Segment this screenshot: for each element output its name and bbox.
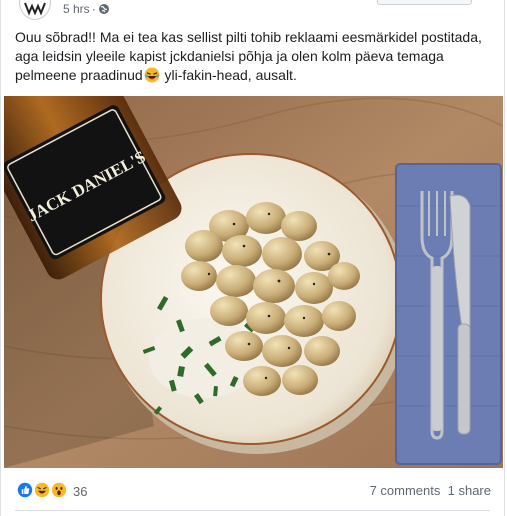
post-text: Ouu sõbrad!! Ma ei tea kas sellist pilti…	[15, 28, 497, 85]
meta-separator: ·	[91, 2, 96, 16]
wow-reaction-icon	[49, 480, 69, 500]
comments-count-link[interactable]: 7 comments	[370, 483, 441, 498]
post-card: 5 hrs · Ouu sõbrad!! Ma ei tea kas sellis…	[0, 0, 505, 516]
shares-count-link[interactable]: 1 share	[448, 483, 491, 498]
avatar-logo-icon	[24, 2, 46, 16]
footer-divider	[15, 510, 490, 511]
post-text-part-2: yli-fakin-head, ausalt.	[160, 67, 297, 83]
post-header: 5 hrs ·	[1, 0, 506, 22]
post-meta: 5 hrs ·	[63, 1, 110, 17]
laughing-emoji-icon	[144, 67, 160, 83]
reaction-count[interactable]: 36	[73, 484, 87, 499]
engagement-stats: 7 comments 1 share	[370, 483, 491, 498]
page-avatar[interactable]	[19, 0, 51, 20]
globe-icon[interactable]	[98, 3, 110, 15]
haha-reaction-icon	[32, 480, 52, 500]
like-reaction-icon	[15, 480, 35, 500]
post-timestamp[interactable]: 5 hrs	[63, 2, 90, 16]
post-photo[interactable]: JACK DANIEL'S	[4, 96, 503, 468]
post-footer: 36 7 comments 1 share	[1, 476, 506, 506]
header-action-button[interactable]	[377, 0, 472, 5]
napkin	[395, 163, 502, 465]
